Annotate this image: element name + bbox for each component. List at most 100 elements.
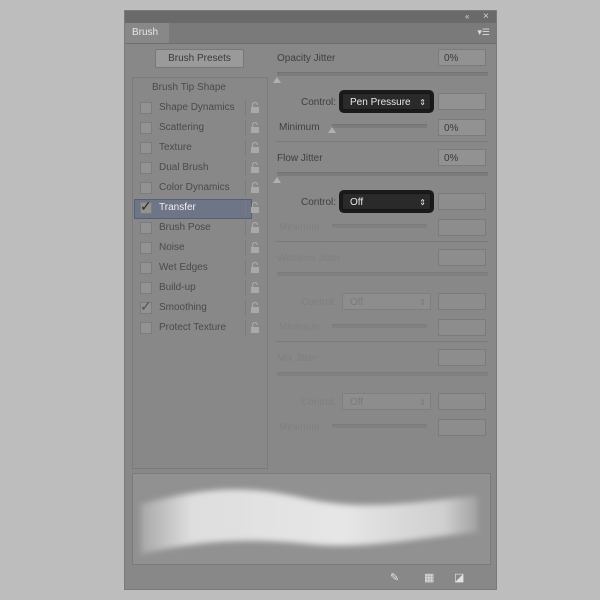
mix-minimum-value xyxy=(438,419,486,436)
lock-icon[interactable] xyxy=(250,101,262,114)
new-preset-icon[interactable]: ◪ xyxy=(454,571,464,584)
setting-checkbox[interactable] xyxy=(140,262,152,274)
wetness-jitter-value xyxy=(438,249,486,266)
opacity-jitter-thumb[interactable] xyxy=(273,77,281,83)
wetness-minimum-value xyxy=(438,319,486,336)
tab-row: Brush ▾☰ xyxy=(125,23,496,44)
opacity-jitter-value[interactable]: 0% xyxy=(438,49,486,66)
select-arrow-icon: ⇕ xyxy=(419,398,426,407)
setting-checkbox[interactable] xyxy=(140,242,152,254)
brush-setting-item[interactable]: Protect Texture xyxy=(133,318,267,338)
divider xyxy=(275,241,488,242)
setting-label: Dual Brush xyxy=(159,162,209,173)
setting-label: Noise xyxy=(159,242,185,253)
select-arrow-icon: ⇕ xyxy=(419,298,426,307)
brush-presets-button[interactable]: Brush Presets xyxy=(155,49,244,68)
toggle-live-tip-icon[interactable]: ✎ xyxy=(390,571,399,584)
opacity-minimum-slider[interactable] xyxy=(332,124,427,128)
separator xyxy=(245,320,246,336)
setting-checkbox[interactable]: ✓ xyxy=(140,298,152,314)
setting-label: Brush Pose xyxy=(159,222,211,233)
opacity-control-select[interactable]: Pen Pressure ⇕ xyxy=(342,93,431,110)
setting-label: Wet Edges xyxy=(159,262,208,273)
brush-setting-item[interactable]: Noise xyxy=(133,238,267,258)
opacity-jitter-label: Opacity Jitter xyxy=(277,53,336,64)
wetness-minimum-label: Minimum xyxy=(279,322,320,333)
separator xyxy=(245,100,246,116)
separator xyxy=(245,220,246,236)
setting-label: Protect Texture xyxy=(159,322,227,333)
brush-setting-item[interactable]: Scattering xyxy=(133,118,267,138)
opacity-control-label: Control: xyxy=(301,97,337,108)
divider xyxy=(275,341,488,342)
brush-tip-shape-item[interactable]: Brush Tip Shape xyxy=(152,82,226,93)
setting-checkbox[interactable] xyxy=(140,222,152,234)
collapse-icon[interactable]: « xyxy=(465,11,469,23)
separator xyxy=(245,260,246,276)
flow-control-value: Off xyxy=(350,197,364,208)
checkmark-icon: ✓ xyxy=(140,198,152,214)
bottom-toolbar: ✎ ▦ ◪ xyxy=(125,567,496,589)
opacity-minimum-value[interactable]: 0% xyxy=(438,119,486,136)
brush-setting-item[interactable]: Build-up xyxy=(133,278,267,298)
brush-setting-item[interactable]: Shape Dynamics xyxy=(133,98,267,118)
mix-minimum-label: Minimum xyxy=(279,422,320,433)
wetness-control-label: Control: xyxy=(301,297,337,308)
lock-icon[interactable] xyxy=(250,201,262,214)
setting-checkbox[interactable] xyxy=(140,322,152,334)
close-icon[interactable]: × xyxy=(483,11,489,23)
lock-icon[interactable] xyxy=(250,241,262,254)
brush-setting-item[interactable]: Brush Pose xyxy=(133,218,267,238)
mix-control-extra xyxy=(438,393,486,410)
opacity-minimum-thumb[interactable] xyxy=(328,127,336,133)
flow-minimum-slider xyxy=(332,224,427,228)
brush-grid-icon[interactable]: ▦ xyxy=(424,571,434,584)
lock-icon[interactable] xyxy=(250,161,262,174)
panel-titlebar: « × xyxy=(125,11,496,23)
setting-checkbox[interactable] xyxy=(140,282,152,294)
setting-checkbox[interactable] xyxy=(140,142,152,154)
tab-brush[interactable]: Brush xyxy=(125,23,169,43)
divider xyxy=(275,141,488,142)
setting-checkbox[interactable] xyxy=(140,122,152,134)
lock-icon[interactable] xyxy=(250,261,262,274)
lock-icon[interactable] xyxy=(250,181,262,194)
separator xyxy=(245,200,246,216)
setting-checkbox[interactable] xyxy=(140,182,152,194)
lock-icon[interactable] xyxy=(250,281,262,294)
mix-jitter-label: Mix Jitter xyxy=(277,353,317,364)
flow-jitter-value[interactable]: 0% xyxy=(438,149,486,166)
separator xyxy=(245,300,246,316)
stroke-preview xyxy=(132,473,491,565)
setting-checkbox[interactable] xyxy=(140,102,152,114)
separator xyxy=(245,240,246,256)
lock-icon[interactable] xyxy=(250,321,262,334)
flow-control-select[interactable]: Off ⇕ xyxy=(342,193,431,210)
opacity-control-extra xyxy=(438,93,486,110)
wetness-jitter-slider xyxy=(277,272,488,276)
setting-checkbox[interactable] xyxy=(140,162,152,174)
brush-setting-item[interactable]: Wet Edges xyxy=(133,258,267,278)
brush-setting-item[interactable]: Color Dynamics xyxy=(133,178,267,198)
setting-checkbox[interactable]: ✓ xyxy=(140,198,152,214)
brush-setting-item[interactable]: ✓ Smoothing xyxy=(133,298,267,318)
brush-setting-item[interactable]: Texture xyxy=(133,138,267,158)
lock-icon[interactable] xyxy=(250,121,262,134)
flow-jitter-label: Flow Jitter xyxy=(277,153,323,164)
opacity-jitter-slider[interactable] xyxy=(277,72,488,76)
brush-setting-item[interactable]: ✓ Transfer xyxy=(133,198,267,219)
lock-icon[interactable] xyxy=(250,301,262,314)
separator xyxy=(245,120,246,136)
separator xyxy=(245,180,246,196)
wetness-minimum-slider xyxy=(332,324,427,328)
lock-icon[interactable] xyxy=(250,221,262,234)
panel-menu-icon[interactable]: ▾☰ xyxy=(477,27,490,38)
separator xyxy=(245,140,246,156)
flow-minimum-label: Minimum xyxy=(279,222,320,233)
mix-jitter-slider xyxy=(277,372,488,376)
flow-jitter-thumb[interactable] xyxy=(273,177,281,183)
flow-jitter-slider[interactable] xyxy=(277,172,488,176)
brush-setting-item[interactable]: Dual Brush xyxy=(133,158,267,178)
setting-label: Transfer xyxy=(159,202,196,213)
lock-icon[interactable] xyxy=(250,141,262,154)
